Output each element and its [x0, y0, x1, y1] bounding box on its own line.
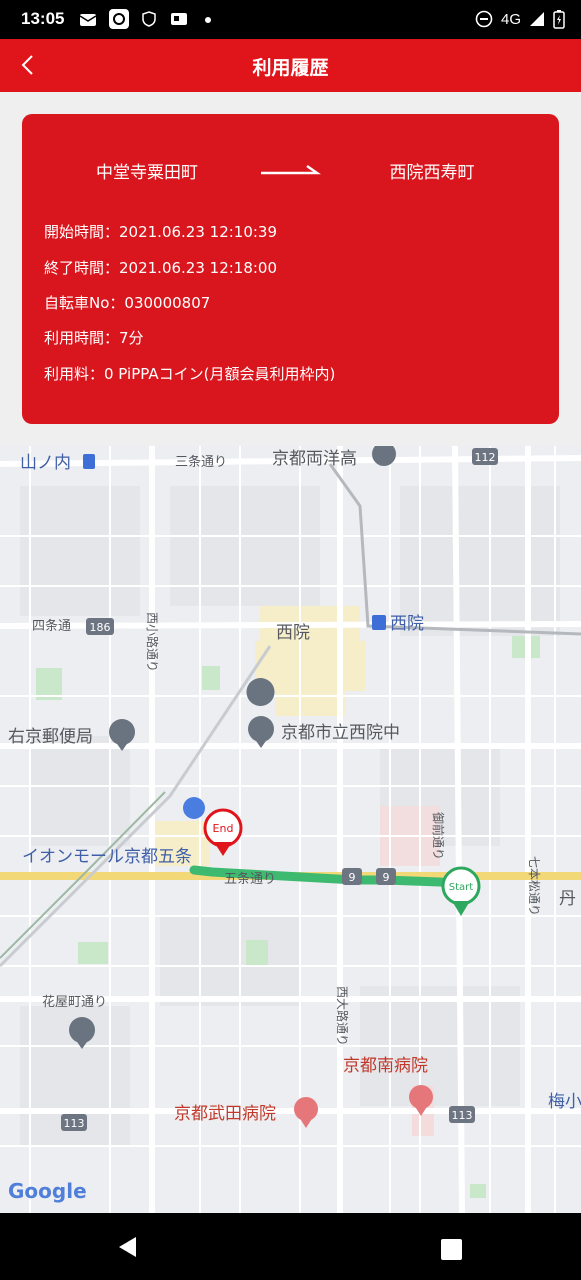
label-route113b: 113 [452, 1109, 473, 1122]
bike-number: 自転車No：030000807 [44, 294, 211, 312]
status-time: 13:05 [21, 9, 65, 28]
trip-summary-card: 中堂寺粟田町 西院西寿町 開始時間：2021.06.23 12:10:39 終了… [22, 114, 559, 424]
label-ume: 梅小 [548, 1092, 581, 1112]
battery-icon [553, 10, 565, 29]
label-hanayamachi: 花屋町通り [42, 994, 107, 1010]
shield-icon [142, 11, 156, 27]
google-logo: Google [8, 1179, 87, 1203]
label-saiin-jhs: 京都市立西院中 [281, 723, 400, 743]
label-sanjo-dori: 三条通り [175, 454, 227, 470]
map-canvas[interactable]: End Start 山ノ内 三条通り 京都両洋高 112 四条通 186 西小路… [0, 446, 581, 1213]
app-bar: 利用履歴 [0, 39, 581, 92]
network-type: 4G [500, 10, 521, 28]
label-shichihon: 七本松通り [527, 856, 541, 916]
signal-icon [530, 12, 544, 26]
system-nav-bar [0, 1213, 581, 1280]
news-icon [171, 13, 187, 25]
label-aeon: イオンモール京都五条 [22, 847, 192, 867]
label-kyoto-ryoyo: 京都両洋高 [272, 449, 357, 469]
status-bar: 13:05 4G [0, 0, 581, 39]
mail-icon [79, 14, 97, 26]
dot-icon [205, 17, 211, 23]
label-route113a: 113 [64, 1117, 85, 1130]
label-nishikoji: 西小路通り [145, 612, 160, 672]
label-yamanouchi: 山ノ内 [20, 453, 71, 473]
dnd-icon [475, 10, 493, 28]
label-minami-hosp: 京都南病院 [343, 1056, 428, 1076]
start-time: 開始時間：2021.06.23 12:10:39 [44, 223, 278, 241]
usage-duration: 利用時間：7分 [44, 329, 144, 347]
label-nishioji: 西大路通り [335, 986, 350, 1046]
label-saiin-station: 西院 [390, 614, 424, 634]
usage-fee: 利用料：0 PiPPAコイン(月額会員利用枠内) [44, 365, 336, 383]
nav-back-icon[interactable] [116, 1235, 140, 1259]
label-ukyo-post: 右京郵便局 [8, 727, 93, 747]
search-app-icon [109, 9, 129, 29]
label-shijo-dori: 四条通 [32, 618, 71, 634]
label-route9b: 9 [383, 871, 390, 884]
label-route186: 186 [90, 621, 111, 634]
label-tan: 丹 [559, 889, 576, 909]
status-right: 4G [475, 9, 565, 29]
end-time: 終了時間：2021.06.23 12:18:00 [44, 259, 278, 277]
route-from: 中堂寺粟田町 [96, 163, 198, 183]
label-gojo-dori: 五条通り [224, 871, 276, 887]
label-route9a: 9 [349, 871, 356, 884]
route-to: 西院西寿町 [389, 163, 475, 183]
label-takeda-hosp: 京都武田病院 [174, 1104, 276, 1124]
page-title: 利用履歴 [252, 57, 329, 79]
end-pin-label: End [213, 822, 234, 835]
label-onmae: 御前通り [431, 812, 446, 860]
nav-overview-button[interactable] [441, 1239, 462, 1260]
route-map[interactable]: End Start 山ノ内 三条通り 京都両洋高 112 四条通 186 西小路… [0, 446, 581, 1213]
label-saiin: 西院 [276, 623, 310, 643]
start-pin-label: Start [449, 882, 474, 893]
label-route112: 112 [475, 451, 496, 464]
